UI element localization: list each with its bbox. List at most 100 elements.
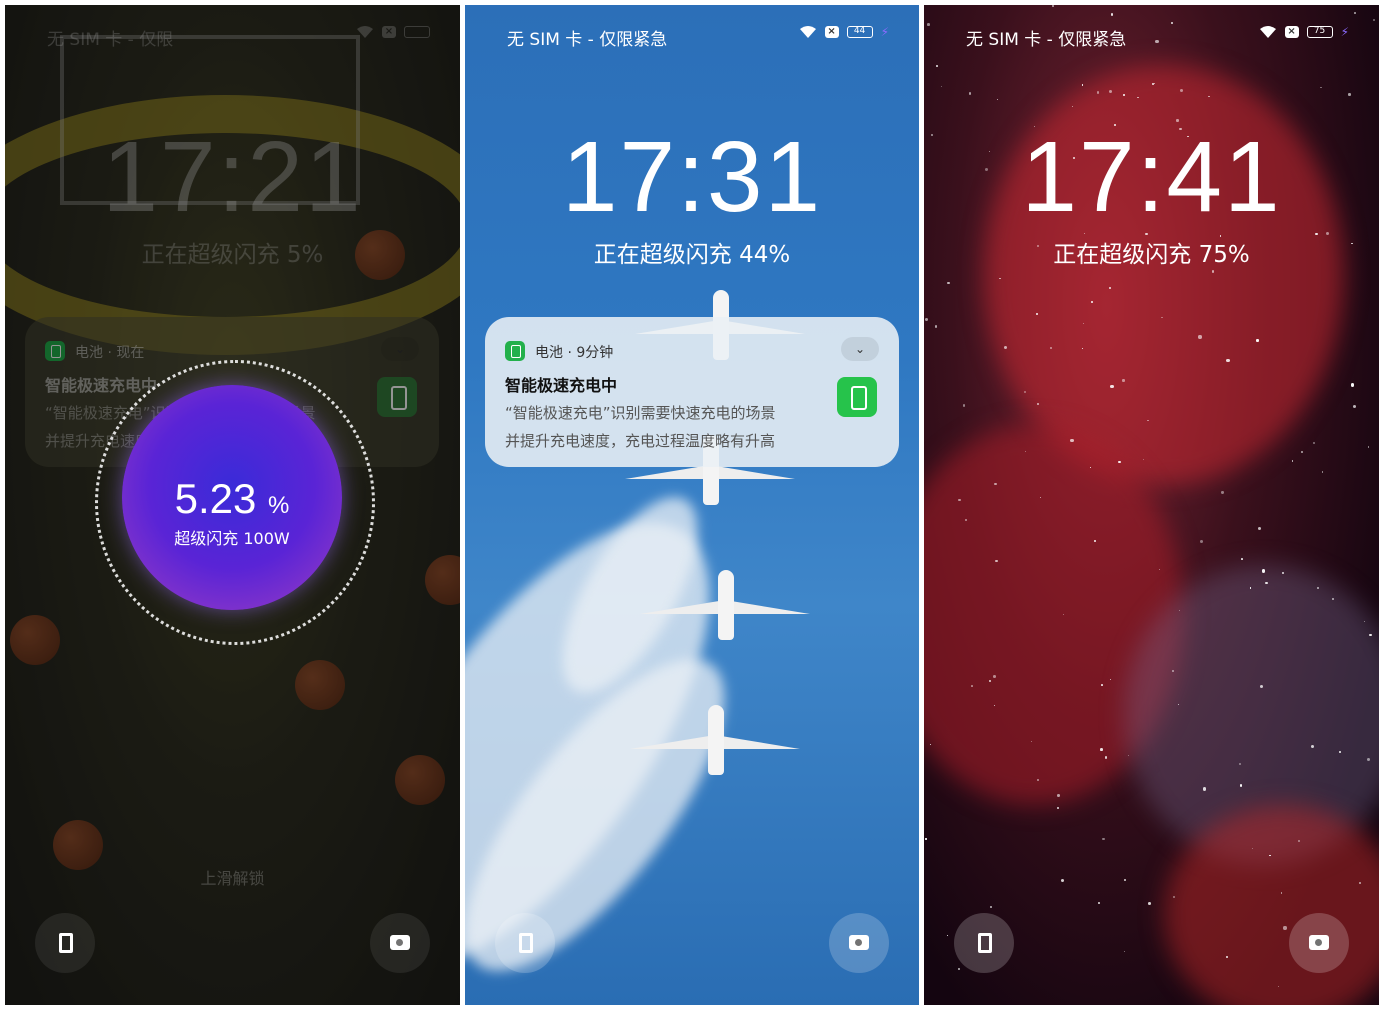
star [925,838,927,840]
star [1261,569,1266,573]
star [1171,21,1174,24]
star [1202,787,1206,791]
star [1171,670,1174,673]
document-shortcut-button[interactable] [495,913,555,973]
star [1226,358,1230,362]
document-shortcut-button[interactable] [954,913,1014,973]
notification-title: 智能极速充电中 [505,376,618,395]
document-shortcut-button[interactable] [35,913,95,973]
star [993,705,995,707]
star [1123,951,1126,953]
star [1100,748,1103,751]
no-sim-icon: × [824,26,839,38]
star [1102,837,1105,841]
star [1321,470,1324,473]
camera-shortcut-button[interactable] [1289,913,1349,973]
charge-percent: 5.23 % [174,475,290,522]
chevron-down-icon[interactable]: ⌄ [841,337,879,361]
camera-shortcut-button[interactable] [370,913,430,973]
star [1155,39,1159,44]
notification-body-line: 并提升充电速度，充电过程温度略有升高 [505,432,776,450]
star [1049,346,1052,349]
star [1249,587,1252,589]
battery-app-icon [505,341,525,361]
star [1200,539,1204,543]
star [968,92,972,95]
star [1198,335,1202,339]
unlock-hint: 上滑解锁 [200,869,265,888]
star [1291,460,1294,463]
camera-icon [849,935,869,950]
clock: 17:41 [1021,121,1282,233]
star [924,317,929,321]
star [1353,404,1357,408]
star [1265,581,1268,585]
star [1301,451,1304,454]
star [1110,13,1113,16]
star [1057,794,1060,797]
star [1056,806,1060,810]
star [1070,438,1074,443]
battery-icon: 44 [846,26,873,38]
charge-power-label: 超级闪充 100W [174,529,290,548]
star [1037,778,1040,781]
star [1123,878,1127,881]
star [1367,757,1371,761]
star [1251,847,1254,849]
star [1060,879,1064,883]
notification-body-line: “智能极速充电”识别需要快速充电的场景 [505,404,776,422]
star [1122,379,1125,382]
star [1093,539,1096,542]
document-icon [519,933,533,953]
star [1039,496,1041,498]
star [1348,93,1351,96]
wifi-icon [799,26,816,38]
star [1081,83,1084,86]
star [946,934,948,937]
charging-battery-icon [837,377,877,417]
star [1320,87,1322,89]
star [1104,756,1108,759]
status-icons: × 44 ⚡ [799,25,889,39]
camera-shortcut-button[interactable] [829,913,889,973]
star [1240,558,1243,561]
lockscreen-charging-animation: 无 SIM 卡 - 仅限 × 17:21 正在超级闪充 5% 电池 · 现在 ⌄… [5,5,460,1005]
star [1148,902,1152,905]
star [999,277,1001,280]
star [993,675,996,678]
star [1051,5,1054,7]
star [1283,926,1287,930]
battery-icon: 75 [1306,26,1333,38]
star [989,905,993,909]
star [957,968,961,971]
star [996,98,998,100]
star [1316,586,1319,589]
lockscreen-nebula: 无 SIM 卡 - 仅限紧急 × 75 ⚡ 17:41 正在超级闪充 75% [924,5,1379,1005]
clock: 17:31 [561,121,823,233]
lockscreen-jets: 无 SIM 卡 - 仅限紧急 × 44 ⚡ 17:31 正在超级闪充 44% 电… [465,5,919,1005]
notification-app-label: 电池 · 9分钟 [535,345,614,361]
star [947,281,950,284]
star [1256,339,1259,342]
document-icon [978,933,992,953]
star [1312,441,1315,444]
status-carrier: 无 SIM 卡 - 仅限紧急 [507,30,668,50]
battery-notification[interactable]: 电池 · 9分钟 ⌄ 智能极速充电中 “智能极速充电”识别需要快速充电的场景 并… [485,317,899,467]
star [994,483,997,486]
star [1282,572,1284,574]
wallpaper-jet [640,570,810,640]
charging-bolt-icon: ⚡ [880,25,889,39]
status-carrier: 无 SIM 卡 - 仅限紧急 [966,30,1127,50]
charge-status: 正在超级闪充 75% [1053,242,1250,268]
star [1097,901,1100,904]
star [1101,684,1103,686]
camera-icon [390,935,410,950]
charge-status: 正在超级闪充 44% [593,242,791,268]
notification-body: “智能极速充电”识别需要快速充电的场景 并提升充电速度，充电过程温度略有升高 [505,399,825,455]
star [1110,384,1114,388]
star [1354,11,1357,14]
star [927,22,931,26]
star [962,404,966,407]
star [1367,446,1369,448]
star [1221,491,1224,494]
